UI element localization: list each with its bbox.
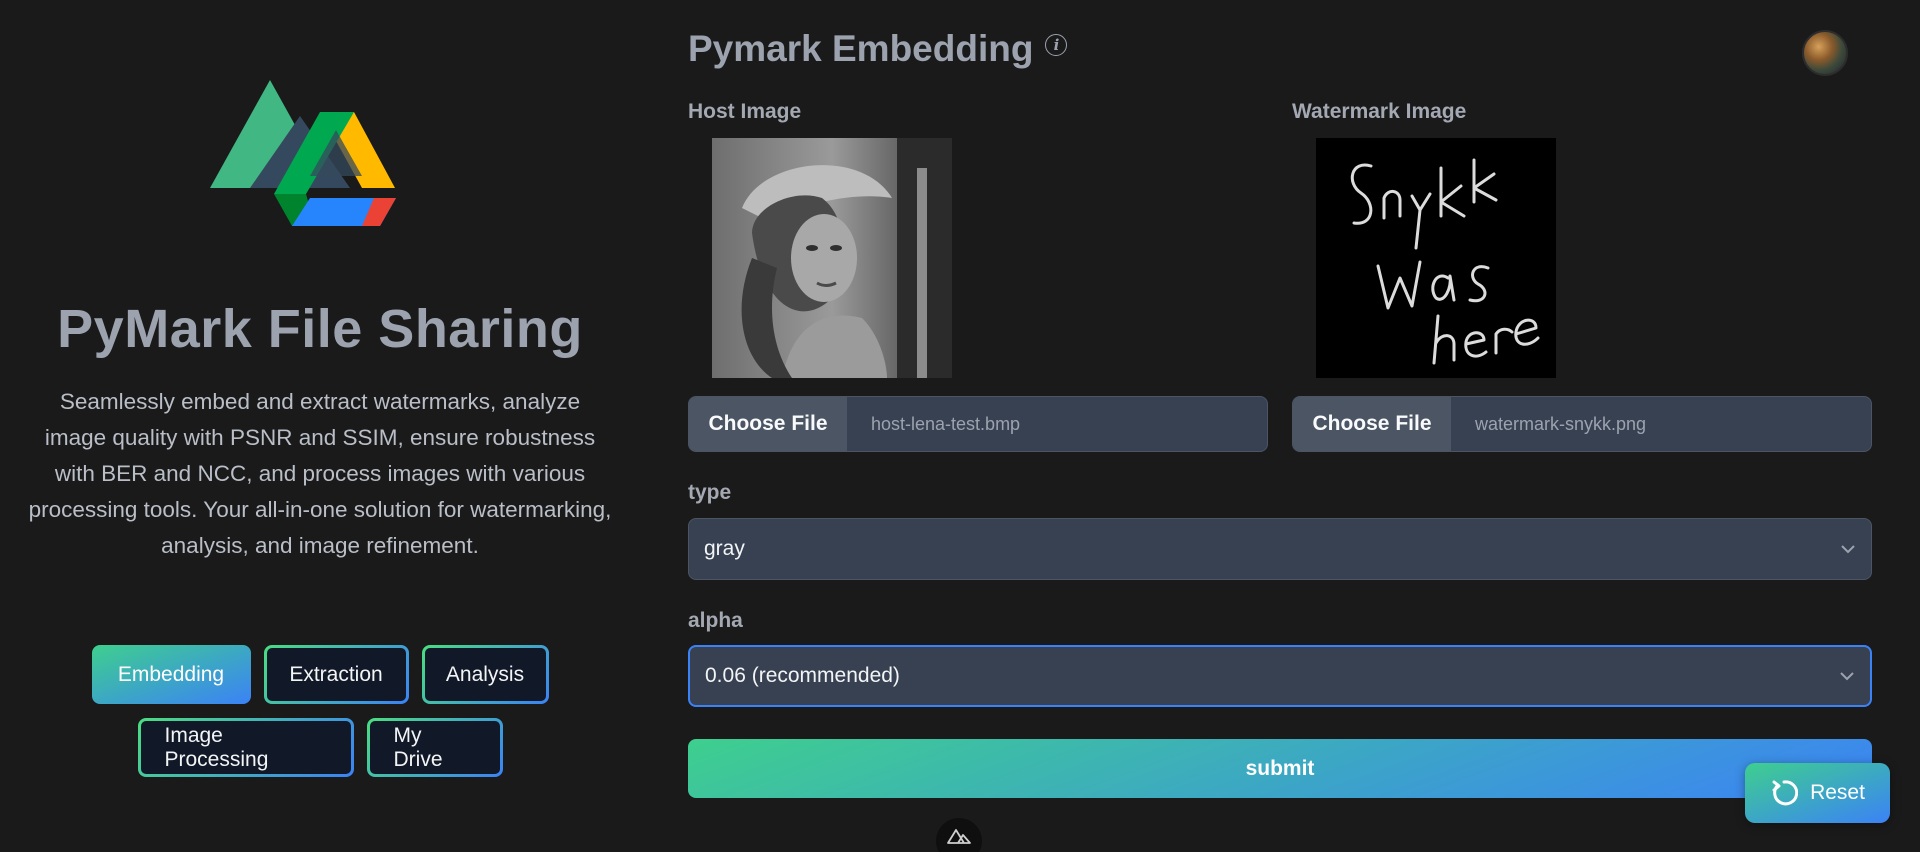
nav-row-secondary: Image Processing My Drive bbox=[0, 718, 640, 777]
host-image-label: Host Image bbox=[688, 100, 802, 123]
watermark-image-label: Watermark Image bbox=[1292, 100, 1467, 123]
type-select[interactable]: gray bbox=[688, 518, 1872, 580]
nav-embedding-button[interactable]: Embedding bbox=[91, 645, 251, 704]
nuxt-icon bbox=[947, 829, 971, 844]
host-file-name: host-lena-test.bmp bbox=[871, 413, 1021, 434]
watermark-choose-file-button[interactable]: Choose File bbox=[1293, 397, 1451, 451]
type-label: type bbox=[688, 481, 732, 504]
info-icon[interactable]: i bbox=[1045, 34, 1068, 56]
page-title: Pymark Embedding i bbox=[688, 28, 1068, 70]
page-title-text: Pymark Embedding bbox=[688, 28, 1034, 69]
brand-description: Seamlessly embed and extract watermarks,… bbox=[28, 389, 612, 558]
nav-row-primary: Embedding Extraction Analysis bbox=[0, 645, 640, 704]
brand-panel: PyMark File Sharing Seamlessly embed and… bbox=[0, 0, 640, 852]
reset-button[interactable]: Reset bbox=[1745, 763, 1890, 823]
chevron-down-icon bbox=[1840, 672, 1854, 681]
watermark-file-name: watermark-snykk.png bbox=[1475, 413, 1647, 434]
user-avatar[interactable] bbox=[1802, 30, 1848, 76]
reset-label: Reset bbox=[1810, 781, 1865, 804]
watermark-image-picture bbox=[1350, 158, 1540, 365]
nav-image-processing-button[interactable]: Image Processing bbox=[138, 718, 354, 777]
host-image-picture bbox=[712, 138, 952, 378]
refresh-icon bbox=[1772, 780, 1799, 806]
host-file-input[interactable]: Choose File host-lena-test.bmp bbox=[688, 396, 1268, 452]
nav-analysis-button[interactable]: Analysis bbox=[422, 645, 549, 704]
submit-button[interactable]: submit bbox=[688, 739, 1872, 798]
host-image-preview bbox=[712, 138, 952, 378]
nav-extraction-button[interactable]: Extraction bbox=[264, 645, 409, 704]
alpha-select[interactable]: 0.06 (recommended) bbox=[688, 645, 1872, 707]
alpha-select-value: 0.06 (recommended) bbox=[705, 664, 900, 687]
type-select-value: gray bbox=[704, 537, 745, 560]
embedding-form: Pymark Embedding i Host Image Choose Fil… bbox=[688, 0, 1872, 852]
app-page: PyMark File Sharing Seamlessly embed and… bbox=[0, 0, 1920, 852]
watermark-image-preview bbox=[1316, 138, 1556, 378]
host-choose-file-button[interactable]: Choose File bbox=[689, 397, 847, 451]
watermark-file-input[interactable]: Choose File watermark-snykk.png bbox=[1292, 396, 1872, 452]
alpha-label: alpha bbox=[688, 609, 743, 632]
chevron-down-icon bbox=[1841, 545, 1855, 554]
nav-my-drive-button[interactable]: My Drive bbox=[367, 718, 503, 777]
brand-title: PyMark File Sharing bbox=[57, 299, 583, 359]
drive-logo-icon bbox=[210, 80, 396, 226]
